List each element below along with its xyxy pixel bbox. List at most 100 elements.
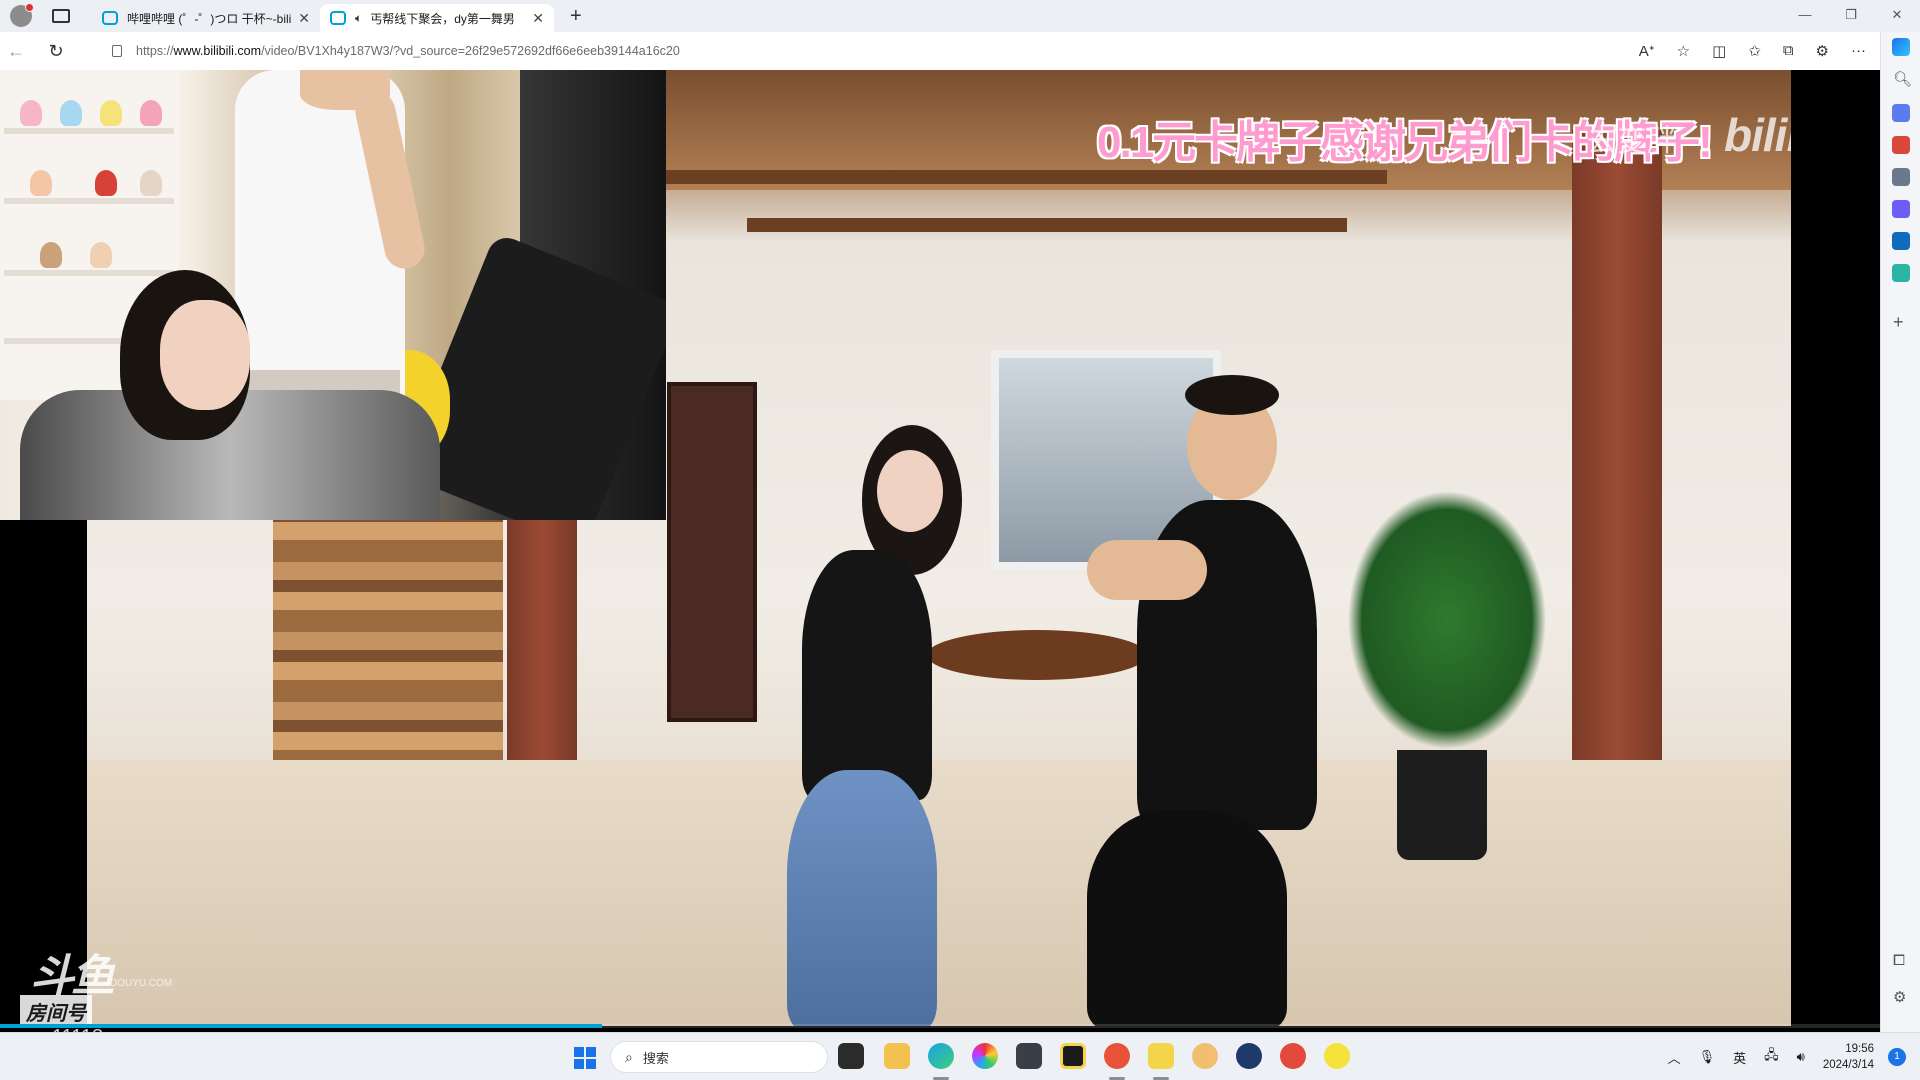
clock-time: 19:56 bbox=[1845, 1043, 1874, 1055]
copilot-icon[interactable] bbox=[1892, 38, 1910, 56]
dancer-face bbox=[877, 450, 943, 532]
uploader-watermark: 去变胖 bbox=[1587, 125, 1677, 158]
video-player[interactable]: 0.1元卡牌子感谢兄弟们卡的牌子! 去变胖 bilibili bbox=[0, 70, 1880, 1038]
close-window-icon[interactable]: ✕ bbox=[1874, 0, 1920, 32]
dancer-boy-arms bbox=[1087, 540, 1207, 600]
url-field[interactable]: https://www.bilibili.com/video/BV1Xh4y18… bbox=[136, 44, 1639, 58]
show-hidden-icons[interactable]: ︿ bbox=[1668, 1048, 1681, 1067]
read-aloud-icon[interactable]: Aᐩ bbox=[1639, 42, 1655, 60]
profile-avatar-icon[interactable] bbox=[10, 3, 34, 27]
owl-app-icon[interactable] bbox=[1192, 1043, 1218, 1069]
close-tab-icon[interactable]: ✕ bbox=[532, 10, 544, 27]
minimize-icon[interactable]: — bbox=[1782, 0, 1828, 32]
task-view-icon[interactable] bbox=[838, 1043, 864, 1069]
dancer-boy-hair bbox=[1185, 375, 1279, 415]
reload-icon[interactable]: ↻ bbox=[40, 41, 72, 62]
back-icon[interactable]: ← bbox=[0, 41, 32, 62]
add-sidebar-app-icon[interactable]: + bbox=[1893, 312, 1904, 333]
tab-title: 哔哩哔哩 (゜-゜)つロ 干杯~-bilib bbox=[127, 11, 293, 26]
video-progress-bar[interactable] bbox=[0, 1024, 1880, 1028]
plant-pot bbox=[1397, 750, 1487, 860]
clock-date: 2024/3/14 bbox=[1822, 1059, 1874, 1071]
circle-app-icon[interactable] bbox=[1060, 1043, 1086, 1069]
url-path: /video/BV1Xh4y187W3/?vd_source=26f29e572… bbox=[261, 44, 680, 58]
collections-icon[interactable]: ⧉ bbox=[1783, 42, 1794, 60]
douyu-logo-text: 斗鱼 bbox=[30, 952, 115, 1001]
address-bar: ← ↻ https://www.bilibili.com/video/BV1Xh… bbox=[0, 32, 1880, 70]
figurine bbox=[90, 242, 112, 268]
tab-actions-icon[interactable] bbox=[52, 9, 70, 23]
search-icon: ⌕ bbox=[625, 1048, 633, 1065]
close-tab-icon[interactable]: ✕ bbox=[298, 10, 310, 27]
taskbar-search-placeholder: 搜索 bbox=[642, 1050, 669, 1066]
drop-icon[interactable] bbox=[1892, 264, 1910, 282]
figurine bbox=[95, 170, 117, 196]
window-controls: — ❐ ✕ bbox=[1782, 0, 1920, 32]
tools-icon[interactable] bbox=[1892, 136, 1910, 154]
letterbox-right bbox=[1791, 70, 1880, 1026]
color-app-icon[interactable] bbox=[972, 1043, 998, 1069]
microphone-icon[interactable]: 🎙︎ bbox=[1699, 1049, 1716, 1065]
taskbar-search[interactable]: ⌕ 搜索 bbox=[610, 1041, 828, 1073]
figurine bbox=[20, 100, 42, 126]
qq-app-icon[interactable] bbox=[1280, 1043, 1306, 1069]
favorite-star-icon[interactable]: ☆ bbox=[1677, 42, 1690, 60]
hide-sidebar-icon[interactable]: ⧠ bbox=[1893, 952, 1905, 969]
lemon-app-icon[interactable] bbox=[1324, 1043, 1350, 1069]
input-method[interactable]: 英 bbox=[1733, 1048, 1746, 1067]
bilibili-tab-icon bbox=[102, 11, 118, 25]
notification-badge[interactable]: 1 bbox=[1888, 1048, 1906, 1066]
file-explorer-icon[interactable] bbox=[884, 1043, 910, 1069]
tab-video[interactable]: 🔈︎ 丐帮线下聚会，dy第一舞男 ✕ bbox=[320, 4, 554, 32]
figurine bbox=[60, 100, 82, 126]
shelf-row bbox=[4, 198, 174, 204]
obs-icon[interactable] bbox=[1016, 1043, 1042, 1069]
shelf-row bbox=[4, 128, 174, 134]
figurine bbox=[140, 100, 162, 126]
clock[interactable]: 19:56 2024/3/14 bbox=[1823, 1041, 1874, 1073]
tab-bilibili-home[interactable]: 哔哩哔哩 (゜-゜)つロ 干杯~-bilib ✕ bbox=[92, 4, 320, 32]
league-app-icon[interactable] bbox=[1236, 1043, 1262, 1069]
new-tab-button[interactable]: + bbox=[570, 5, 582, 28]
title-bar: 哔哩哔哩 (゜-゜)つロ 干杯~-bilib ✕ 🔈︎ 丐帮线下聚会，dy第一舞… bbox=[0, 0, 1920, 32]
toolbar-icons: Aᐩ ☆ ◫ ✩ ⧉ ⚙ ··· bbox=[1639, 42, 1866, 60]
dancer-boy-pants bbox=[1087, 810, 1287, 1026]
figurine bbox=[30, 170, 52, 196]
player-app-icon[interactable] bbox=[1148, 1043, 1174, 1069]
extensions-icon[interactable]: ⚙ bbox=[1816, 42, 1829, 60]
games-icon[interactable] bbox=[1892, 168, 1910, 186]
favorites-icon[interactable]: ✩ bbox=[1748, 42, 1761, 60]
potted-plant bbox=[1347, 490, 1547, 750]
shopping-icon[interactable] bbox=[1892, 104, 1910, 122]
figurine bbox=[100, 100, 122, 126]
edge-browser-icon[interactable] bbox=[928, 1043, 954, 1069]
streamer-camera bbox=[0, 70, 666, 520]
split-screen-icon[interactable]: ◫ bbox=[1712, 42, 1726, 60]
system-tray: ︿ 🎙︎ 英 🖧 🔊︎ 19:56 2024/3/14 1 bbox=[1668, 1033, 1920, 1080]
outlook-icon[interactable] bbox=[1892, 232, 1910, 250]
volume-icon[interactable]: 🔊︎ bbox=[1797, 1049, 1805, 1065]
chrome-like-icon[interactable] bbox=[1104, 1043, 1130, 1069]
dancer-girl-jeans bbox=[787, 770, 937, 1026]
doorway bbox=[667, 382, 757, 722]
restore-icon[interactable]: ❐ bbox=[1828, 0, 1874, 32]
figurine bbox=[140, 170, 162, 196]
streamer-face bbox=[160, 300, 250, 410]
figurine bbox=[40, 242, 62, 268]
more-icon[interactable]: ··· bbox=[1851, 42, 1866, 60]
url-prefix: https:// bbox=[136, 44, 174, 58]
search-icon[interactable]: 🔍︎ bbox=[1893, 70, 1912, 88]
sidebar-settings-icon[interactable]: ⚙ bbox=[1893, 988, 1906, 1006]
taskbar: ⌕ 搜索 ︿ 🎙︎ 英 🖧 🔊︎ 19:56 2024/3/14 1 bbox=[0, 1032, 1920, 1080]
streamer bbox=[20, 270, 440, 520]
start-button-icon[interactable] bbox=[574, 1047, 596, 1069]
url-host: www.bilibili.com bbox=[173, 44, 262, 58]
bilibili-tab-icon bbox=[330, 11, 346, 25]
office-icon[interactable] bbox=[1892, 200, 1910, 218]
dancer-girl-top bbox=[802, 550, 932, 800]
edge-sidebar: 🔍︎ + ⧠ ⚙ bbox=[1880, 32, 1920, 1032]
speaker-icon[interactable]: 🔈︎ bbox=[355, 11, 362, 26]
lock-icon[interactable] bbox=[112, 45, 122, 57]
network-icon[interactable]: 🖧 bbox=[1764, 1046, 1779, 1068]
tab-title: 丐帮线下聚会，dy第一舞男 bbox=[370, 11, 515, 26]
